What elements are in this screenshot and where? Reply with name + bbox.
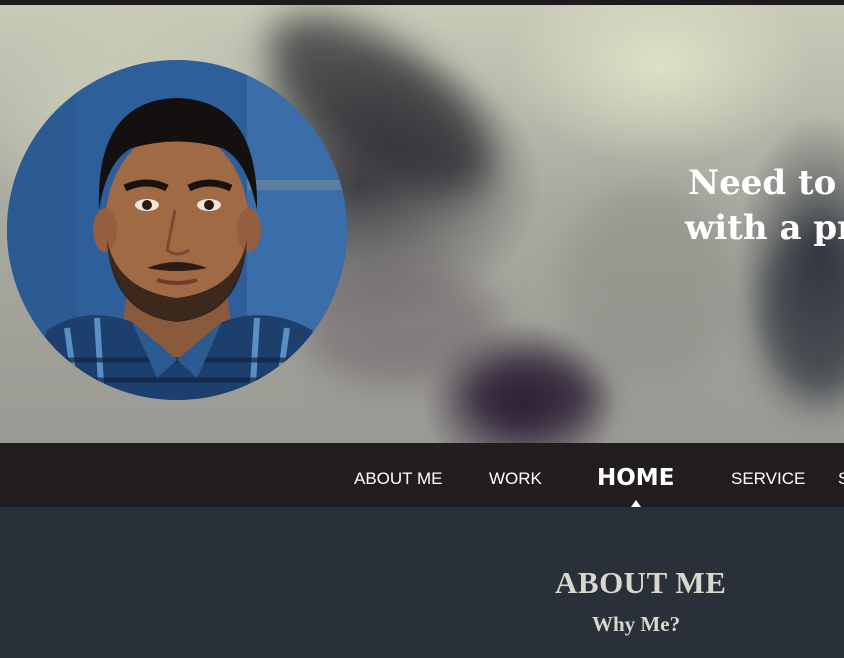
hero-headline-line-2: with a pr [685,208,844,248]
about-title: ABOUT ME [555,565,727,600]
about-section: ABOUT ME Why Me? [0,507,844,658]
nav-item-about-me[interactable]: ABOUT ME [354,443,442,507]
hero-headline-line-1: Need to fi [688,163,844,203]
hero-background-shape [760,225,844,405]
profile-portrait-icon [7,60,347,400]
nav-item-cutoff[interactable]: S [838,443,844,507]
nav-item-work[interactable]: WORK [489,443,542,507]
nav-item-home[interactable]: HOME [597,443,674,507]
main-navigation: ABOUT ME WORK HOME SERVICE S [0,443,844,507]
profile-photo [7,60,347,400]
active-indicator-caret-icon [631,500,641,507]
nav-item-service[interactable]: SERVICE [731,443,805,507]
hero-banner: Need to fi with a pr [0,5,844,443]
hero-background-shape [460,355,600,435]
about-subtitle: Why Me? [592,612,681,636]
